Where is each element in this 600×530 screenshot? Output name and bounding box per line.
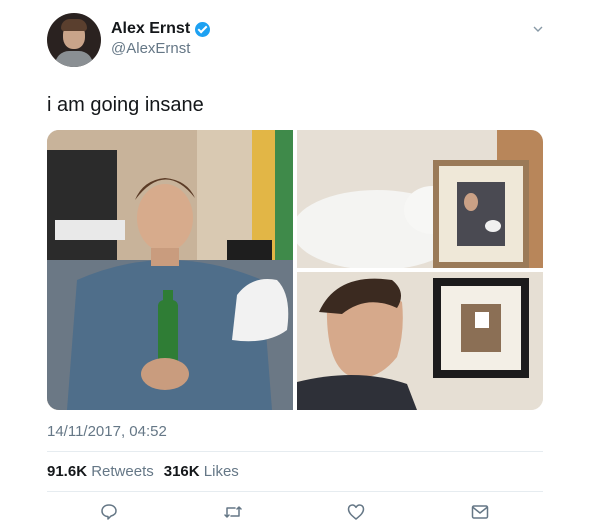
photo-1-image (47, 130, 293, 410)
tweet-stats: 91.6K Retweets 316K Likes (47, 463, 239, 480)
verified-badge-icon (195, 21, 211, 37)
tweet-text: i am going insane (47, 94, 204, 116)
retweets-label: Retweets (91, 463, 154, 480)
media-photo-1[interactable] (47, 130, 293, 410)
reply-button[interactable] (97, 500, 121, 524)
heart-icon (347, 504, 365, 520)
media-photo-2[interactable] (297, 130, 543, 268)
likes-stat[interactable]: 316K Likes (164, 463, 239, 480)
media-photo-3[interactable] (297, 272, 543, 410)
tweet-actions (0, 500, 600, 524)
author-handle[interactable]: @AlexErnst (111, 40, 190, 57)
reply-icon (101, 504, 117, 520)
author-name-row: Alex Ernst (111, 20, 211, 38)
media-grid (47, 130, 543, 410)
tweet-card: Alex Ernst @AlexErnst i am going insane (0, 0, 600, 530)
divider (47, 451, 543, 452)
photo-2-image (297, 130, 543, 268)
like-button[interactable] (344, 500, 368, 524)
retweets-count: 91.6K (47, 463, 88, 480)
avatar[interactable] (47, 13, 101, 67)
photo-3-image (297, 272, 543, 410)
likes-label: Likes (203, 463, 239, 480)
likes-count: 316K (163, 463, 200, 480)
direct-message-button[interactable] (468, 500, 492, 524)
chevron-down-icon[interactable] (533, 24, 543, 34)
retweet-icon (224, 506, 242, 518)
retweet-button[interactable] (221, 500, 245, 524)
envelope-icon (471, 505, 489, 519)
author-display-name[interactable]: Alex Ernst (111, 20, 190, 38)
divider (47, 491, 543, 492)
retweets-stat[interactable]: 91.6K Retweets (47, 463, 154, 480)
tweet-timestamp[interactable]: 14/11/2017, 04:52 (47, 423, 167, 440)
